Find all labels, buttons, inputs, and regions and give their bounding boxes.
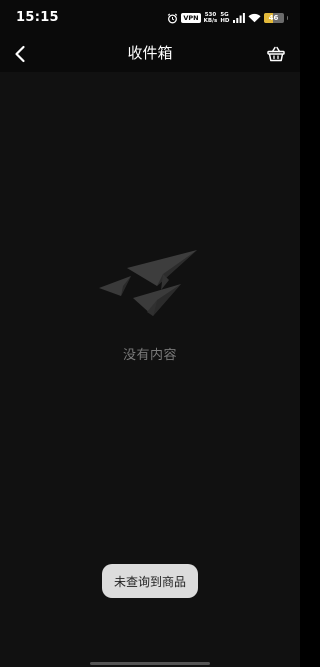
chevron-left-icon [15,45,25,63]
status-time: 15:15 [16,10,59,25]
page-title: 收件箱 [127,44,173,62]
back-button[interactable] [6,40,34,68]
empty-state: 没有内容 [0,246,300,363]
wifi-icon [247,13,261,23]
status-icons: VPN 530 KB/s 5G HD 46 [167,11,288,25]
empty-message: 没有内容 [122,348,177,363]
basket-icon [267,46,285,62]
home-indicator[interactable] [90,662,210,665]
basket-button[interactable] [264,42,288,66]
status-bar: 15:15 VPN 530 KB/s 5G HD 46 [0,0,300,36]
network-speed: 530 KB/s [204,12,218,24]
network-type-bottom: HD [220,18,230,24]
paper-planes-icon [99,250,197,316]
screen: 15:15 VPN 530 KB/s 5G HD 46 收件箱 没有内容 未查询… [0,0,300,667]
signal-icon [232,13,245,23]
alarm-icon [168,13,178,23]
network-type: 5G HD [220,12,229,24]
battery-tip [286,16,288,20]
nav-bar: 收件箱 [0,36,300,72]
toast: 未查询到商品 [102,564,198,598]
network-speed-unit: KB/s [203,18,218,24]
vpn-badge: VPN [181,13,201,23]
toast-message: 未查询到商品 [113,574,186,589]
battery-level: 46 [268,14,279,22]
battery-icon: 46 [263,13,284,23]
